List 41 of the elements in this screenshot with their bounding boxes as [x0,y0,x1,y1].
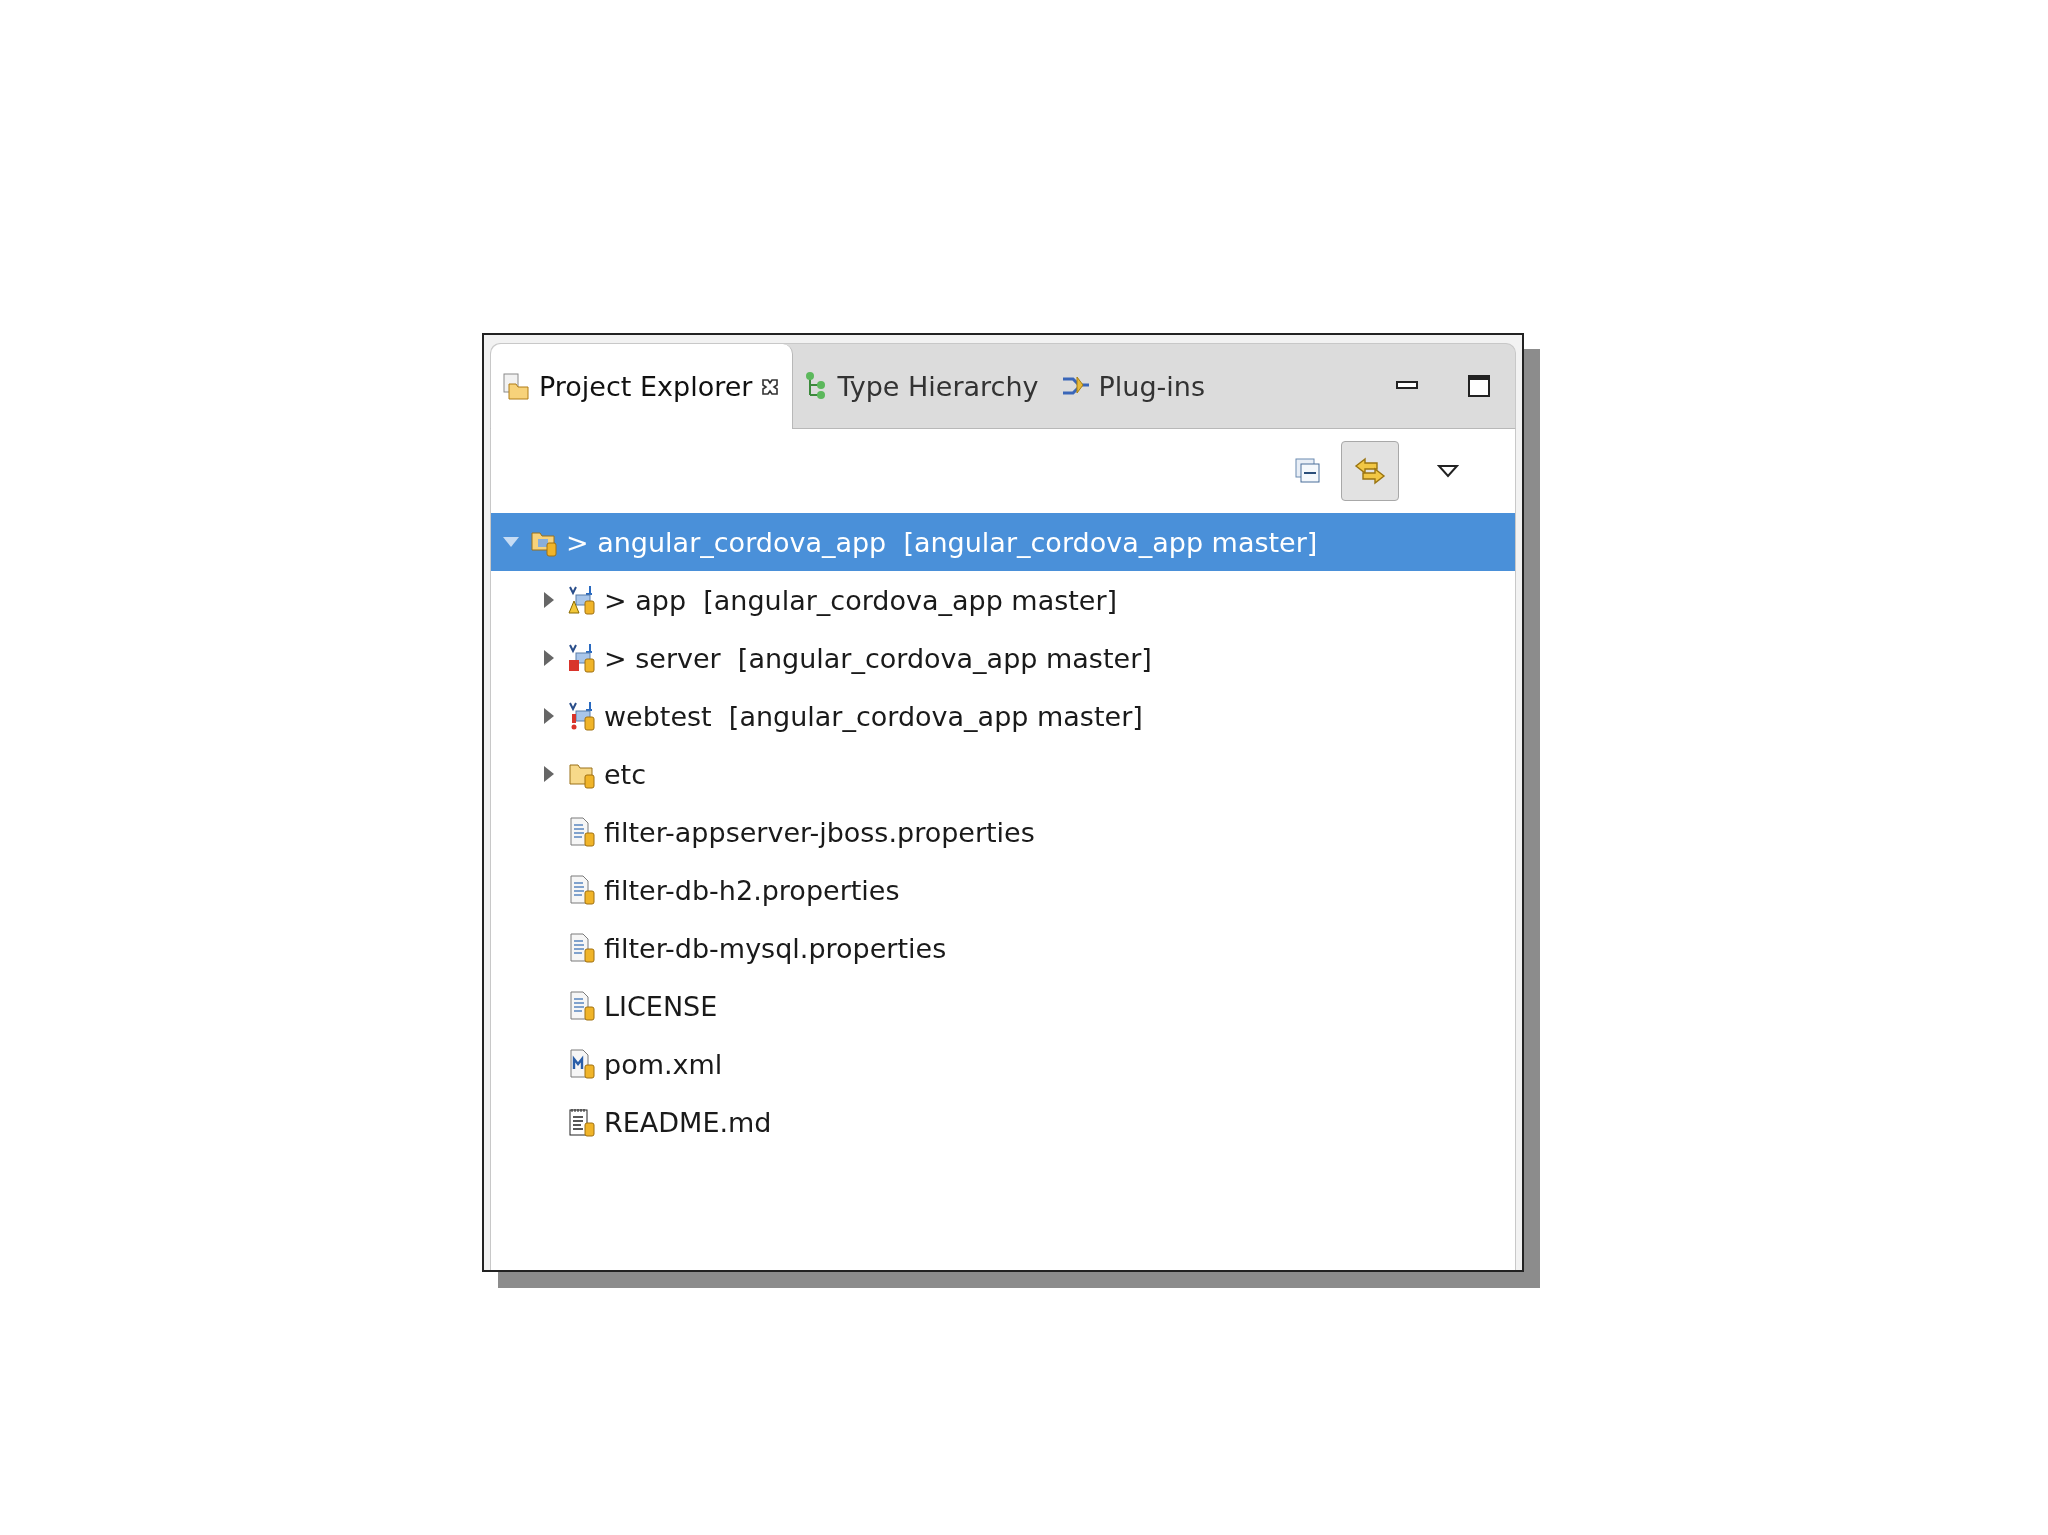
tree-row[interactable]: LICENSE [491,977,1515,1035]
tree-row[interactable]: pom.xml [491,1035,1515,1093]
tree-item-label: > app [angular_cordova_app master] [604,584,1118,616]
minimize-icon[interactable] [1396,381,1418,391]
maven-file-icon [568,1049,596,1079]
tree-row[interactable]: > server [angular_cordova_app master] [491,629,1515,687]
tree-item-label: > angular_cordova_app [angular_cordova_app master] [566,526,1318,558]
view-tab[interactable]: Project Explorer [491,344,794,429]
dropdown-icon [1437,464,1459,478]
tab-label: Plug-ins [1098,370,1205,402]
tree-item-label: LICENSE [604,990,718,1022]
close-icon[interactable] [760,376,781,397]
tree-row[interactable]: README.md [491,1093,1515,1151]
tree-row[interactable]: filter-db-h2.properties [491,861,1515,919]
collapse-all-icon [1294,457,1322,485]
tree-item-label: etc [604,758,647,790]
view-tab[interactable]: Plug-ins [1050,344,1217,428]
tree-item-label: filter-appserver-jboss.properties [604,816,1035,848]
text-file-icon [568,991,596,1021]
tree-item-label: README.md [604,1106,772,1138]
text-file-icon [568,933,596,963]
tree-row[interactable]: filter-appserver-jboss.properties [491,803,1515,861]
tree-item-label: pom.xml [604,1048,723,1080]
tree-row[interactable]: webtest [angular_cordova_app master] [491,687,1515,745]
tab-label: Type Hierarchy [837,370,1039,402]
text-file-icon [568,875,596,905]
tree-row[interactable]: > app [angular_cordova_app master] [491,571,1515,629]
tree-item-label: > server [angular_cordova_app master] [604,642,1152,674]
notepad-icon [568,1107,598,1137]
tab-label: Project Explorer [539,371,753,402]
tree-item-label: filter-db-h2.properties [604,874,900,906]
text-file-icon [568,817,596,847]
toolbar-button[interactable] [1341,441,1399,501]
tree-item-label: filter-db-mysql.properties [604,932,947,964]
maximize-icon[interactable] [1467,374,1491,398]
tree-row[interactable]: etc [491,745,1515,803]
tree-row[interactable]: filter-db-mysql.properties [491,919,1515,977]
folder-icon [501,371,531,402]
tree-item-label: webtest [angular_cordova_app master] [604,700,1143,732]
view-tab[interactable]: Type Hierarchy [793,344,1051,428]
swap-arrows-icon [1353,456,1387,486]
